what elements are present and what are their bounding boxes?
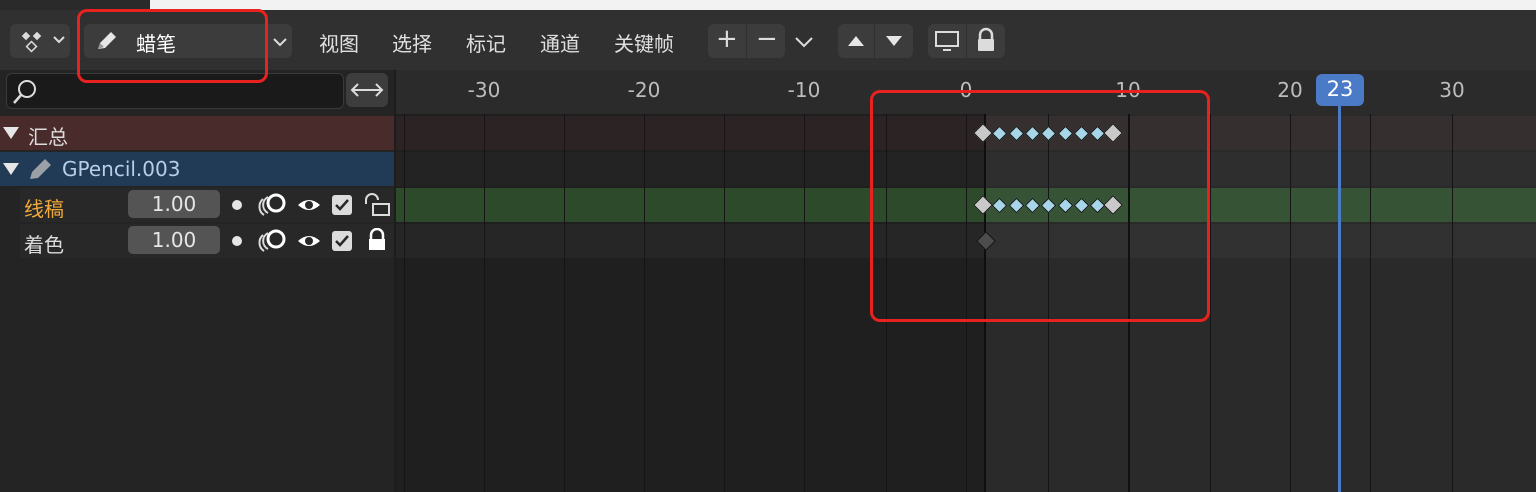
layer-channel-lineart[interactable]: 线稿 1.00 (20, 188, 394, 222)
grid-line (804, 114, 805, 492)
monitor-icon (935, 31, 959, 51)
current-frame-indicator[interactable]: 23 (1316, 74, 1364, 106)
grid-line (724, 114, 725, 492)
menu-channel[interactable]: 通道 (540, 28, 580, 57)
layer-opacity-field[interactable]: 1.00 (128, 190, 220, 218)
grid-line (1290, 114, 1291, 492)
ruler-tick: -30 (467, 78, 501, 102)
eye-icon[interactable] (296, 229, 322, 253)
layer-name: 线稿 (24, 197, 64, 221)
double-arrow-icon (350, 83, 384, 97)
remove-layer-button[interactable]: − (747, 24, 785, 58)
grid-line (564, 114, 565, 492)
layer-channel-fill[interactable]: 着色 1.00 (20, 224, 394, 258)
triangle-up-icon (848, 36, 864, 46)
unlock-icon[interactable] (362, 192, 392, 218)
menu-keyframe[interactable]: 关键帧 (614, 28, 674, 57)
object-channel[interactable]: GPencil.003 (0, 152, 394, 186)
menu-marker[interactable]: 标记 (466, 28, 506, 57)
layer-name: 着色 (24, 233, 64, 257)
ruler-tick: -20 (627, 78, 661, 102)
highlight-box-keyframes (870, 90, 1210, 322)
lock-icon[interactable] (366, 228, 388, 252)
summary-label: 汇总 (28, 125, 68, 149)
playhead-line[interactable] (1338, 100, 1341, 492)
plus-icon: + (716, 24, 738, 54)
search-icon (13, 80, 36, 104)
move-layer-down-button[interactable] (875, 24, 913, 58)
chevron-down-icon (273, 38, 287, 47)
expand-triangle-icon (3, 127, 19, 139)
add-layer-button[interactable]: + (708, 24, 746, 58)
lock-toggle-button[interactable] (967, 24, 1005, 58)
move-layer-up-button[interactable] (838, 24, 874, 58)
checkbox-icon[interactable] (331, 194, 353, 216)
menu-select[interactable]: 选择 (392, 28, 432, 57)
swap-filter-button[interactable] (346, 73, 388, 107)
pencil-icon (30, 159, 51, 179)
onion-skin-icon[interactable] (258, 191, 288, 219)
grid-line (1210, 114, 1211, 492)
layer-options-chevron-icon[interactable] (794, 36, 814, 48)
editor-type-button[interactable] (10, 24, 70, 58)
current-frame-label: 23 (1326, 77, 1354, 101)
triangle-down-icon (886, 36, 902, 46)
dot-icon (232, 200, 242, 210)
ruler-tick: 20 (1277, 78, 1303, 102)
minus-icon: − (756, 24, 778, 54)
expand-triangle-icon (3, 163, 19, 175)
eye-icon[interactable] (296, 193, 322, 217)
dopesheet-editor-icon (21, 31, 65, 53)
grid-line (1370, 114, 1371, 492)
summary-channel[interactable]: 汇总 (0, 116, 394, 150)
ruler-tick: -10 (787, 78, 821, 102)
grid-line (1452, 114, 1453, 492)
dot-icon (232, 236, 242, 246)
onion-skin-icon[interactable] (258, 227, 288, 255)
highlight-box-mode (77, 9, 268, 83)
lock-icon (978, 27, 994, 51)
grid-line (404, 114, 405, 492)
ruler-tick: 30 (1439, 78, 1465, 102)
checkbox-icon[interactable] (331, 230, 353, 252)
display-toggle-button[interactable] (928, 24, 966, 58)
grid-line (484, 114, 485, 492)
menu-view[interactable]: 视图 (319, 28, 359, 57)
object-label: GPencil.003 (62, 157, 181, 181)
layer-opacity-field[interactable]: 1.00 (128, 226, 220, 254)
grid-line (644, 114, 645, 492)
